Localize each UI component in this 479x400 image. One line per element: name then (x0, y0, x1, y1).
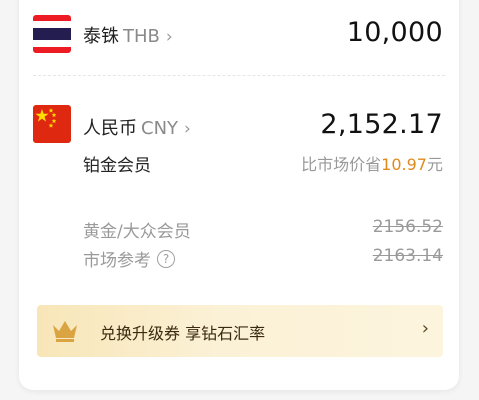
savings-amount: 10.97 (381, 155, 427, 174)
banner-text: 兑换升级券 享钻石汇率 (100, 324, 266, 343)
exchange-card: 泰铢 THB › 10,000 人民币 CNY › 2,152.17 铂金会员 … (19, 0, 459, 390)
thailand-flag-icon (33, 15, 71, 53)
divider (33, 75, 445, 76)
chevron-right-icon: › (421, 318, 429, 339)
gold-member-rate: 2156.52 (372, 217, 443, 237)
thb-code: THB (123, 26, 160, 47)
gold-member-label: 黄金/大众会员 (83, 217, 191, 242)
thb-name: 泰铢 (83, 26, 119, 47)
cny-name: 人民币 (83, 118, 137, 139)
china-flag-icon (33, 105, 71, 143)
cny-currency-selector[interactable]: 人民币 CNY › (83, 114, 191, 140)
reference-label: 市场参考 (83, 251, 151, 271)
cny-amount: 2,152.17 (320, 109, 443, 140)
thb-amount[interactable]: 10,000 (347, 17, 443, 48)
thb-currency-selector[interactable]: 泰铢 THB › (83, 22, 173, 48)
help-icon[interactable]: ? (157, 249, 175, 268)
crown-icon (51, 319, 79, 347)
member-tier-label: 铂金会员 (83, 156, 151, 176)
upgrade-coupon-banner[interactable]: 兑换升级券 享钻石汇率 › (37, 305, 443, 357)
savings-prefix: 比市场价省 (301, 155, 382, 174)
market-reference-label: 市场参考 ? (83, 246, 175, 271)
savings-text: 比市场价省10.97元 (301, 151, 443, 175)
chevron-right-icon: › (165, 27, 173, 47)
market-reference-rate: 2163.14 (372, 246, 443, 266)
cny-code: CNY (141, 118, 179, 139)
reference-label: 黄金/大众会员 (83, 222, 191, 242)
chevron-right-icon: › (184, 119, 191, 139)
savings-unit: 元 (426, 155, 443, 174)
